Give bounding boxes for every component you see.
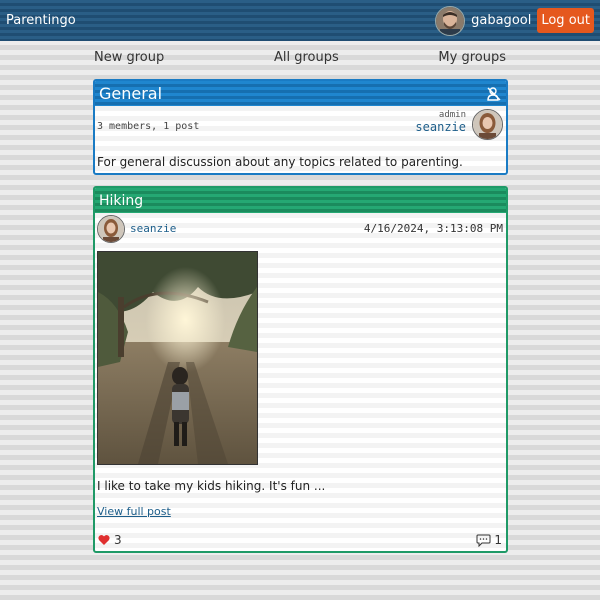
admin-name[interactable]: seanzie [415,120,466,134]
post-header: Hiking [95,188,506,213]
user-menu: gabagool Log out [435,5,594,36]
user-remove-icon[interactable] [486,86,502,102]
logout-button[interactable]: Log out [537,8,594,33]
group-header: General [95,81,506,106]
user-avatar[interactable] [435,5,466,36]
admin-label: admin [438,110,466,120]
like-button[interactable]: 3 [98,533,122,547]
post-timestamp: 4/16/2024, 3:13:08 PM [363,222,503,235]
group-meta: 3 members, 1 post admin seanzie [95,106,506,146]
post-image[interactable] [97,251,258,465]
group-description: For general discussion about any topics … [97,155,463,169]
heart-icon [98,534,110,546]
author-avatar[interactable] [97,215,125,243]
post-excerpt: I like to take my kids hiking. It's fun … [97,479,326,493]
comment-count: 1 [494,533,502,547]
post-author[interactable]: seanzie [130,222,176,235]
group-name[interactable]: General [99,84,162,103]
comment-icon [476,534,491,547]
view-full-post-link[interactable]: View full post [97,505,171,518]
group-nav: New group All groups My groups [94,50,508,68]
username[interactable]: gabagool [471,13,531,28]
like-count: 3 [114,533,122,547]
comment-button[interactable]: 1 [476,533,502,547]
my-groups-link[interactable]: My groups [438,50,506,65]
admin-avatar[interactable] [472,109,503,140]
all-groups-link[interactable]: All groups [274,50,339,65]
post-card: Hiking seanzie 4/16/2024, 3:13:08 PM I l… [93,186,508,553]
top-bar: Parentingo gabagool Log out [0,0,600,41]
app-title[interactable]: Parentingo [6,13,76,28]
group-stats: 3 members, 1 post [97,121,200,132]
new-group-link[interactable]: New group [94,50,164,65]
post-title[interactable]: Hiking [99,193,143,209]
post-author-row: seanzie 4/16/2024, 3:13:08 PM [95,213,506,245]
group-card: General 3 members, 1 post admin seanzie … [93,79,508,175]
